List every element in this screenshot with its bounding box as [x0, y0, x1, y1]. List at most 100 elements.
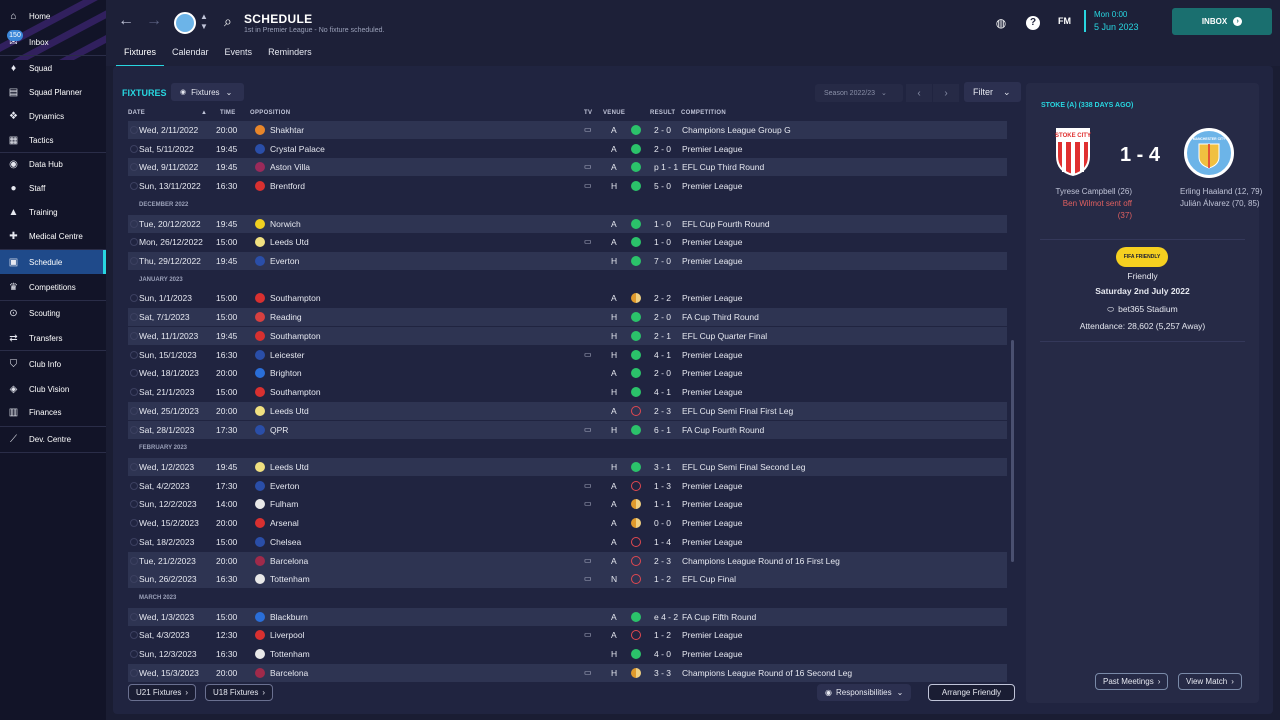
fixture-opponent[interactable]: Leeds Utd — [270, 406, 309, 416]
fixture-row[interactable]: Sun, 12/3/2023 16:30 Tottenham H 4 - 0 Premie… — [128, 645, 1007, 663]
sidebar-item-squad-planner[interactable]: ▤ Squad Planner — [0, 80, 106, 104]
row-select-checkbox[interactable] — [130, 145, 138, 153]
row-select-checkbox[interactable] — [130, 519, 138, 527]
fixture-competition[interactable]: Premier League — [682, 350, 742, 360]
fixture-competition[interactable]: EFL Cup Semi Final First Leg — [682, 406, 793, 416]
fixture-opponent[interactable]: Leicester — [270, 350, 305, 360]
row-select-checkbox[interactable] — [130, 126, 138, 134]
fixture-result[interactable]: 2 - 3 — [654, 406, 671, 416]
sidebar-item-schedule[interactable]: ▣ Schedule — [0, 250, 106, 274]
fixture-result[interactable]: 5 - 0 — [654, 181, 671, 191]
fixture-competition[interactable]: Premier League — [682, 256, 742, 266]
fixture-result[interactable]: 2 - 1 — [654, 331, 671, 341]
fixture-row[interactable]: Sun, 26/2/2023 16:30 Tottenham ▭ N 1 - 2 EFL C… — [128, 570, 1007, 588]
fixture-competition[interactable]: Premier League — [682, 499, 742, 509]
fixture-result[interactable]: 2 - 0 — [654, 312, 671, 322]
fixture-opponent[interactable]: Everton — [270, 256, 299, 266]
fixture-result[interactable]: 3 - 3 — [654, 668, 671, 678]
sidebar-item-data-hub[interactable]: ◉ Data Hub — [0, 152, 106, 176]
fixture-competition[interactable]: Premier League — [682, 630, 742, 640]
fixture-competition[interactable]: Premier League — [682, 293, 742, 303]
prev-season-button[interactable]: ‹ — [906, 84, 932, 102]
fixture-result[interactable]: 3 - 1 — [654, 462, 671, 472]
tab-events[interactable]: Events — [217, 44, 261, 67]
sidebar-item-staff[interactable]: ● Staff — [0, 176, 106, 200]
fixture-competition[interactable]: Premier League — [682, 368, 742, 378]
fixture-row[interactable]: Tue, 20/12/2022 19:45 Norwich A 1 - 0 EFL Cup… — [128, 215, 1007, 233]
row-select-checkbox[interactable] — [130, 613, 138, 621]
sidebar-item-dynamics[interactable]: ❖ Dynamics — [0, 104, 106, 128]
fixture-opponent[interactable]: Tottenham — [270, 649, 310, 659]
fixture-result[interactable]: p 1 - 1 — [654, 162, 678, 172]
fixture-row[interactable]: Thu, 29/12/2022 19:45 Everton H 7 - 0 Premier… — [128, 252, 1007, 270]
fixture-competition[interactable]: Premier League — [682, 649, 742, 659]
row-select-checkbox[interactable] — [130, 575, 138, 583]
sidebar-item-club-vision[interactable]: ◈ Club Vision — [0, 377, 106, 401]
fixture-competition[interactable]: Premier League — [682, 537, 742, 547]
row-select-checkbox[interactable] — [130, 538, 138, 546]
sort-asc-icon[interactable]: ▲ — [201, 110, 207, 116]
sidebar-item-dev-centre[interactable]: ⟋ Dev. Centre — [0, 427, 106, 451]
row-select-checkbox[interactable] — [130, 557, 138, 565]
fixture-row[interactable]: Wed, 18/1/2023 20:00 Brighton A 2 - 0 Premier… — [128, 364, 1007, 382]
next-season-button[interactable]: › — [933, 84, 959, 102]
search-icon[interactable]: ⌕ — [224, 13, 232, 30]
sidebar-item-finances[interactable]: ▥ Finances — [0, 400, 106, 424]
fixture-row[interactable]: Sat, 21/1/2023 15:00 Southampton H 4 - 1 Prem… — [128, 383, 1007, 401]
fixture-result[interactable]: 2 - 2 — [654, 293, 671, 303]
filter-button[interactable]: Filter ⌄ — [964, 82, 1021, 102]
fixture-opponent[interactable]: QPR — [270, 425, 288, 435]
row-select-checkbox[interactable] — [130, 163, 138, 171]
view-match-button[interactable]: View Match › — [1178, 673, 1242, 690]
fixture-competition[interactable]: EFL Cup Quarter Final — [682, 331, 767, 341]
col-time[interactable]: TIME — [220, 110, 236, 116]
fixture-result[interactable]: 1 - 1 — [654, 499, 671, 509]
fixture-competition[interactable]: Champions League Round of 16 First Leg — [682, 556, 840, 566]
fixture-row[interactable]: Wed, 1/3/2023 15:00 Blackburn Ae 4 - 2 FA Cu… — [128, 608, 1007, 626]
sidebar-item-competitions[interactable]: ♛ Competitions — [0, 275, 106, 299]
fixture-competition[interactable]: Premier League — [682, 144, 742, 154]
club-switch-icon[interactable]: ▲ ▼ — [200, 12, 208, 32]
row-select-checkbox[interactable] — [130, 313, 138, 321]
fixture-competition[interactable]: EFL Cup Fourth Round — [682, 219, 770, 229]
fixture-result[interactable]: 1 - 2 — [654, 630, 671, 640]
sidebar-item-medical-centre[interactable]: ✚ Medical Centre — [0, 224, 106, 248]
fixtures-type-dropdown[interactable]: ◉ Fixtures ⌄ — [171, 83, 244, 101]
row-select-checkbox[interactable] — [130, 631, 138, 639]
fixture-row[interactable]: Mon, 26/12/2022 15:00 Leeds Utd ▭ A 1 - 0 Prem… — [128, 233, 1007, 251]
fixtures-scrollbar[interactable] — [1011, 340, 1014, 562]
row-select-checkbox[interactable] — [130, 388, 138, 396]
fixture-competition[interactable]: Champions League Group G — [682, 125, 791, 135]
row-select-checkbox[interactable] — [130, 369, 138, 377]
fixture-result[interactable]: 1 - 0 — [654, 237, 671, 247]
fixture-result[interactable]: 0 - 0 — [654, 518, 671, 528]
fixture-competition[interactable]: EFL Cup Final — [682, 574, 736, 584]
sidebar-item-tactics[interactable]: ▦ Tactics — [0, 128, 106, 152]
col-date[interactable]: DATE — [128, 110, 145, 116]
fixture-result[interactable]: 1 - 3 — [654, 481, 671, 491]
fm-menu-button[interactable]: FM — [1058, 16, 1071, 26]
fixture-result[interactable]: 1 - 2 — [654, 574, 671, 584]
fixture-row[interactable]: Wed, 9/11/2022 19:45 Aston Villa ▭ Ap 1 - 1 E… — [128, 158, 1007, 176]
fixture-row[interactable]: Tue, 21/2/2023 20:00 Barcelona ▭ A 2 - 3 Champ… — [128, 552, 1007, 570]
fixture-row[interactable]: Sat, 18/2/2023 15:00 Chelsea A 1 - 4 Premier … — [128, 533, 1007, 551]
fixture-result[interactable]: 4 - 1 — [654, 350, 671, 360]
fixture-row[interactable]: Wed, 2/11/2022 20:00 Shakhtar ▭ A 2 - 0 Champi… — [128, 121, 1007, 139]
arrange-friendly-button[interactable]: Arrange Friendly — [928, 684, 1015, 701]
fixture-row[interactable]: Sun, 1/1/2023 15:00 Southampton A 2 - 2 Premi… — [128, 289, 1007, 307]
row-select-checkbox[interactable] — [130, 407, 138, 415]
fixture-opponent[interactable]: Liverpool — [270, 630, 305, 640]
fixture-opponent[interactable]: Southampton — [270, 387, 321, 397]
fixture-result[interactable]: 7 - 0 — [654, 256, 671, 266]
fixture-opponent[interactable]: Brighton — [270, 368, 302, 378]
fixture-row[interactable]: Wed, 11/1/2023 19:45 Southampton H 2 - 1 EFL … — [128, 327, 1007, 345]
fixture-competition[interactable]: FA Cup Third Round — [682, 312, 759, 322]
fixture-competition[interactable]: Premier League — [682, 387, 742, 397]
fixture-result[interactable]: 1 - 0 — [654, 219, 671, 229]
fixture-competition[interactable]: FA Cup Fourth Round — [682, 425, 764, 435]
fixture-opponent[interactable]: Chelsea — [270, 537, 301, 547]
tab-fixtures[interactable]: Fixtures — [116, 44, 165, 67]
fixture-row[interactable]: Sun, 15/1/2023 16:30 Leicester ▭ H 4 - 1 Premi… — [128, 346, 1007, 364]
row-select-checkbox[interactable] — [130, 426, 138, 434]
help-icon[interactable]: ? — [1026, 16, 1040, 30]
